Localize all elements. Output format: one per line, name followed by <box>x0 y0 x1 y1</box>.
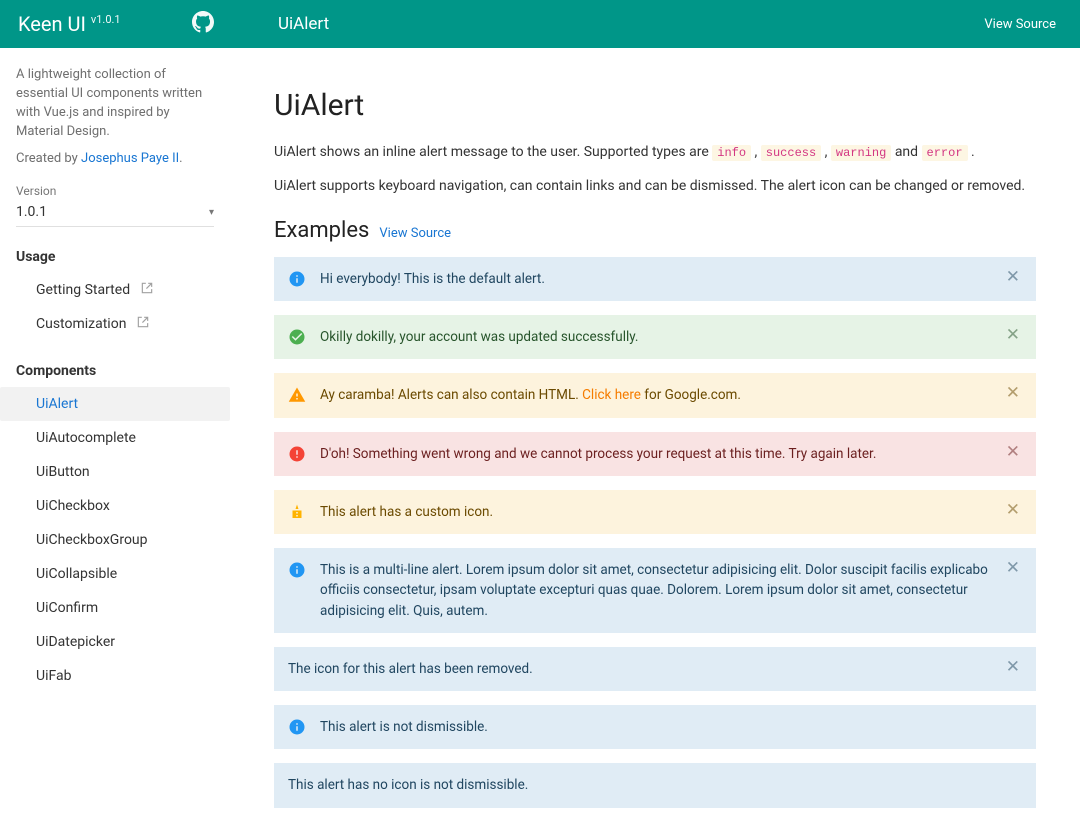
code-success: success <box>761 145 821 161</box>
brand: Keen UI v1.0.1 <box>0 11 230 37</box>
alert-warning: This alert has a custom icon. ✕ <box>274 490 1036 534</box>
sidebar-item-uiconfirm[interactable]: UiConfirm <box>16 591 214 625</box>
caret-down-icon: ▾ <box>209 207 214 218</box>
info-icon <box>288 561 306 579</box>
external-link-icon <box>136 315 150 333</box>
sidebar-item-uicollapsible[interactable]: UiCollapsible <box>16 557 214 591</box>
close-icon[interactable]: ✕ <box>1004 560 1022 577</box>
custom-icon <box>288 503 306 521</box>
external-link-icon <box>140 281 154 299</box>
alert-body: This alert has no icon is not dismissibl… <box>288 775 1022 795</box>
sidebar-item-uibutton[interactable]: UiButton <box>16 455 214 489</box>
close-icon[interactable]: ✕ <box>1004 269 1022 286</box>
main-content: UiAlert UiAlert shows an inline alert me… <box>230 0 1080 838</box>
sidebar-item-uialert[interactable]: UiAlert <box>0 387 230 421</box>
sidebar-item-uiautocomplete[interactable]: UiAutocomplete <box>16 421 214 455</box>
usage-item-getting-started[interactable]: Getting Started <box>16 273 214 307</box>
version-value: 1.0.1 <box>16 204 47 220</box>
sidebar: A lightweight collection of essential UI… <box>0 48 230 690</box>
alert-warning: Ay caramba! Alerts can also contain HTML… <box>274 373 1036 417</box>
alert-body: The icon for this alert has been removed… <box>288 659 990 679</box>
usage-item-customization[interactable]: Customization <box>16 307 214 341</box>
sidebar-item-uidatepicker[interactable]: UiDatepicker <box>16 625 214 659</box>
version-label: Version <box>16 184 214 198</box>
view-source-link[interactable]: View Source <box>984 17 1056 32</box>
sidebar-item-uicheckboxgroup[interactable]: UiCheckboxGroup <box>16 523 214 557</box>
close-icon[interactable]: ✕ <box>1004 327 1022 344</box>
sidebar-created-by: Created by Josephus Paye II. <box>16 151 214 166</box>
alert-info: The icon for this alert has been removed… <box>274 647 1036 691</box>
github-icon[interactable] <box>192 11 214 37</box>
alert-error: D'oh! Something went wrong and we cannot… <box>274 432 1036 476</box>
close-icon[interactable]: ✕ <box>1004 444 1022 461</box>
warning-icon <box>288 386 306 404</box>
brand-name[interactable]: Keen UI <box>18 12 86 36</box>
examples-header: Examples View Source <box>274 218 1036 243</box>
alert-success: Okilly dokilly, your account was updated… <box>274 315 1036 359</box>
examples-view-source-link[interactable]: View Source <box>379 226 451 241</box>
alert-body: This alert is not dismissible. <box>320 717 1022 737</box>
code-info: info <box>712 145 751 161</box>
alert-info: This alert has no icon is not dismissibl… <box>274 763 1036 807</box>
top-bar: Keen UI v1.0.1 UiAlert View Source <box>0 0 1080 48</box>
page-heading: UiAlert <box>274 88 1036 123</box>
brand-version: v1.0.1 <box>91 13 121 26</box>
sidebar-item-uifab[interactable]: UiFab <box>16 659 214 690</box>
intro-text: UiAlert shows an inline alert message to… <box>274 141 1036 198</box>
info-icon <box>288 718 306 736</box>
author-link[interactable]: Josephus Paye II <box>81 151 179 166</box>
success-icon <box>288 328 306 346</box>
alert-body: Ay caramba! Alerts can also contain HTML… <box>320 385 990 405</box>
alert-info: Hi everybody! This is the default alert.… <box>274 257 1036 301</box>
version-select[interactable]: 1.0.1 ▾ <box>16 202 214 227</box>
close-icon[interactable]: ✕ <box>1004 385 1022 402</box>
close-icon[interactable]: ✕ <box>1004 659 1022 676</box>
alert-body: Hi everybody! This is the default alert. <box>320 269 990 289</box>
components-header: Components <box>16 363 214 379</box>
alert-body: Okilly dokilly, your account was updated… <box>320 327 990 347</box>
page-title-top: UiAlert <box>230 14 984 34</box>
usage-header: Usage <box>16 249 214 265</box>
alert-info: This is a multi-line alert. Lorem ipsum … <box>274 548 1036 633</box>
sidebar-item-uicheckbox[interactable]: UiCheckbox <box>16 489 214 523</box>
alert-body: D'oh! Something went wrong and we cannot… <box>320 444 990 464</box>
sidebar-description: A lightweight collection of essential UI… <box>16 66 214 141</box>
close-icon[interactable]: ✕ <box>1004 502 1022 519</box>
alert-info: This alert is not dismissible. <box>274 705 1036 749</box>
code-error: error <box>922 145 968 161</box>
alert-body: This alert has a custom icon. <box>320 502 990 522</box>
alert-body: This is a multi-line alert. Lorem ipsum … <box>320 560 990 621</box>
info-icon <box>288 270 306 288</box>
code-warning: warning <box>831 145 891 161</box>
alert-link[interactable]: Click here <box>582 387 641 403</box>
error-icon <box>288 445 306 463</box>
